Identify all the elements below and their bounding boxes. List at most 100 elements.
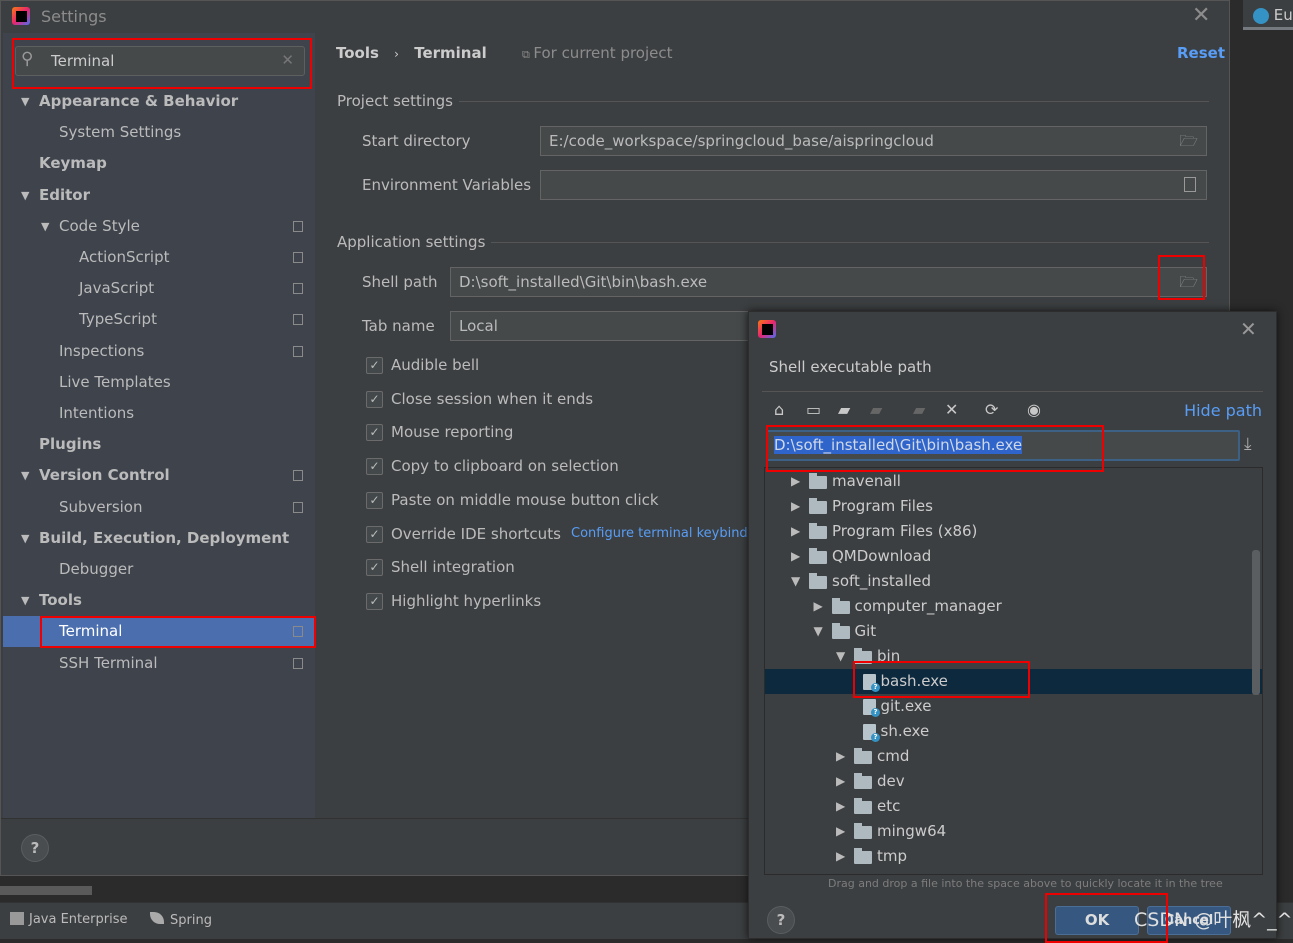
sidebar-item[interactable]: Live Templates [3, 367, 315, 398]
sidebar-item[interactable]: ▼ Tools [3, 585, 315, 616]
hide-path-link[interactable]: Hide path [1184, 401, 1262, 420]
download-icon[interactable]: ⤓ [1244, 434, 1252, 454]
module-folder-icon[interactable]: ▰ [870, 400, 882, 419]
tree-node[interactable]: ▼ soft_installed [765, 569, 1262, 594]
sidebar-item[interactable]: System Settings [3, 117, 315, 148]
list-icon[interactable] [1184, 177, 1196, 192]
sidebar-item[interactable]: Subversion [3, 492, 315, 523]
env-vars-field[interactable] [540, 170, 1207, 200]
expand-arrow-icon[interactable]: ▶ [791, 469, 800, 494]
checkbox-label[interactable]: Copy to clipboard on selection [391, 457, 619, 475]
configure-keybindings-link[interactable]: Configure terminal keybindin [571, 526, 760, 541]
expand-arrow-icon[interactable]: ▶ [791, 544, 800, 569]
tree-node[interactable]: ? bash.exe [765, 669, 1262, 694]
help-button[interactable]: ? [767, 906, 795, 934]
tree-node[interactable]: ▶ Program Files (x86) [765, 519, 1262, 544]
checkbox[interactable]: ✓ [366, 357, 383, 374]
delete-icon[interactable]: ✕ [945, 400, 958, 419]
sidebar-item[interactable]: ▼ Code Style [3, 211, 315, 242]
tree-node[interactable]: ▶ etc [765, 794, 1262, 819]
checkbox[interactable]: ✓ [366, 492, 383, 509]
checkbox-label[interactable]: Override IDE shortcuts [391, 525, 561, 543]
sidebar-item[interactable]: Debugger [3, 554, 315, 585]
close-icon[interactable]: ✕ [1240, 317, 1257, 341]
search-input[interactable]: ⚲ Terminal ✕ [15, 46, 305, 76]
sidebar-item[interactable]: TypeScript [3, 304, 315, 335]
tree-node[interactable]: ▶ Program Files [765, 494, 1262, 519]
sidebar-item[interactable]: Terminal [3, 616, 315, 648]
expand-arrow-icon[interactable]: ▼ [21, 460, 29, 491]
tree-node[interactable]: ▶ tmp [765, 844, 1262, 869]
checkbox-label[interactable]: Close session when it ends [391, 390, 593, 408]
sidebar-item[interactable]: ▼ Version Control [3, 460, 315, 491]
checkbox[interactable]: ✓ [366, 559, 383, 576]
clear-icon[interactable]: ✕ [281, 51, 294, 69]
reset-link[interactable]: Reset [1177, 44, 1225, 62]
checkbox-label[interactable]: Audible bell [391, 356, 479, 374]
tree-node[interactable]: ▶ computer_manager [765, 594, 1262, 619]
desktop-icon[interactable]: ▭ [806, 400, 821, 419]
tree-node[interactable]: ▼ Git [765, 619, 1262, 644]
expand-arrow-icon[interactable]: ▼ [21, 180, 29, 211]
tree-node[interactable]: ▶ QMDownload [765, 544, 1262, 569]
help-button[interactable]: ? [21, 834, 49, 862]
ok-button[interactable]: OK [1055, 906, 1139, 935]
expand-arrow-icon[interactable]: ▼ [21, 585, 29, 616]
folder-open-icon[interactable]: 🗁 [1179, 127, 1198, 155]
expand-arrow-icon[interactable]: ▶ [836, 819, 845, 844]
sidebar-item[interactable]: ▼ Appearance & Behavior [3, 86, 315, 117]
tree-node[interactable]: ▶ cmd [765, 744, 1262, 769]
home-icon[interactable]: ⌂ [774, 400, 784, 419]
checkbox[interactable]: ✓ [366, 391, 383, 408]
spring-tab[interactable]: Spring [150, 912, 212, 928]
path-input[interactable]: D:\soft_installed\Git\bin\bash.exe [766, 430, 1240, 461]
sidebar-item[interactable]: Keymap [3, 148, 315, 179]
refresh-icon[interactable]: ⟳ [985, 400, 998, 419]
tree-node[interactable]: ▶ mavenall [765, 469, 1262, 494]
checkbox[interactable]: ✓ [366, 593, 383, 610]
checkbox-label[interactable]: Mouse reporting [391, 423, 513, 441]
expand-arrow-icon[interactable]: ▶ [836, 794, 845, 819]
tree-scrollbar[interactable] [1252, 550, 1260, 695]
expand-arrow-icon[interactable]: ▶ [836, 769, 845, 794]
expand-arrow-icon[interactable]: ▶ [791, 494, 800, 519]
breadcrumb-parent[interactable]: Tools [336, 44, 379, 62]
sidebar-item[interactable]: SSH Terminal [3, 648, 315, 679]
checkbox-label[interactable]: Shell integration [391, 558, 515, 576]
sidebar-item[interactable]: JavaScript [3, 273, 315, 304]
expand-arrow-icon[interactable]: ▼ [21, 86, 29, 117]
java-enterprise-tab[interactable]: Java Enterprise [10, 912, 127, 927]
close-icon[interactable]: ✕ [1192, 3, 1210, 28]
expand-arrow-icon[interactable]: ▶ [836, 744, 845, 769]
collapse-arrow-icon[interactable]: ▼ [814, 619, 823, 644]
show-hidden-icon[interactable]: ◉ [1027, 400, 1041, 419]
sidebar-item[interactable]: Inspections [3, 336, 315, 367]
sidebar-item[interactable]: Plugins [3, 429, 315, 460]
tree-node[interactable]: ▶ mingw64 [765, 819, 1262, 844]
sidebar-item[interactable]: ActionScript [3, 242, 315, 273]
checkbox[interactable]: ✓ [366, 526, 383, 543]
start-directory-field[interactable]: E:/code_workspace/springcloud_base/aispr… [540, 126, 1207, 156]
sidebar-item[interactable]: Intentions [3, 398, 315, 429]
sidebar-item[interactable]: ▼ Build, Execution, Deployment [3, 523, 315, 554]
folder-open-icon[interactable]: 🗁 [1179, 268, 1198, 296]
tree-node[interactable]: ? sh.exe [765, 719, 1262, 744]
checkbox-label[interactable]: Paste on middle mouse button click [391, 491, 659, 509]
expand-arrow-icon[interactable]: ▼ [41, 211, 49, 242]
expand-arrow-icon[interactable]: ▶ [791, 519, 800, 544]
new-folder-icon[interactable]: ▰ [913, 400, 925, 419]
collapse-arrow-icon[interactable]: ▼ [791, 569, 800, 594]
expand-arrow-icon[interactable]: ▶ [814, 594, 823, 619]
shell-path-field[interactable]: D:\soft_installed\Git\bin\bash.exe 🗁 [450, 267, 1207, 297]
expand-arrow-icon[interactable]: ▶ [836, 844, 845, 869]
expand-arrow-icon[interactable]: ▼ [21, 523, 29, 554]
tree-node[interactable]: ? git.exe [765, 694, 1262, 719]
ide-tab[interactable]: Eu [1243, 0, 1293, 30]
tree-node[interactable]: ▶ dev [765, 769, 1262, 794]
tree-node[interactable]: ▼ bin [765, 644, 1262, 669]
sidebar-item[interactable]: ▼ Editor [3, 180, 315, 211]
project-folder-icon[interactable]: ▰ [838, 400, 850, 419]
collapse-arrow-icon[interactable]: ▼ [836, 644, 845, 669]
checkbox[interactable]: ✓ [366, 458, 383, 475]
checkbox-label[interactable]: Highlight hyperlinks [391, 592, 541, 610]
